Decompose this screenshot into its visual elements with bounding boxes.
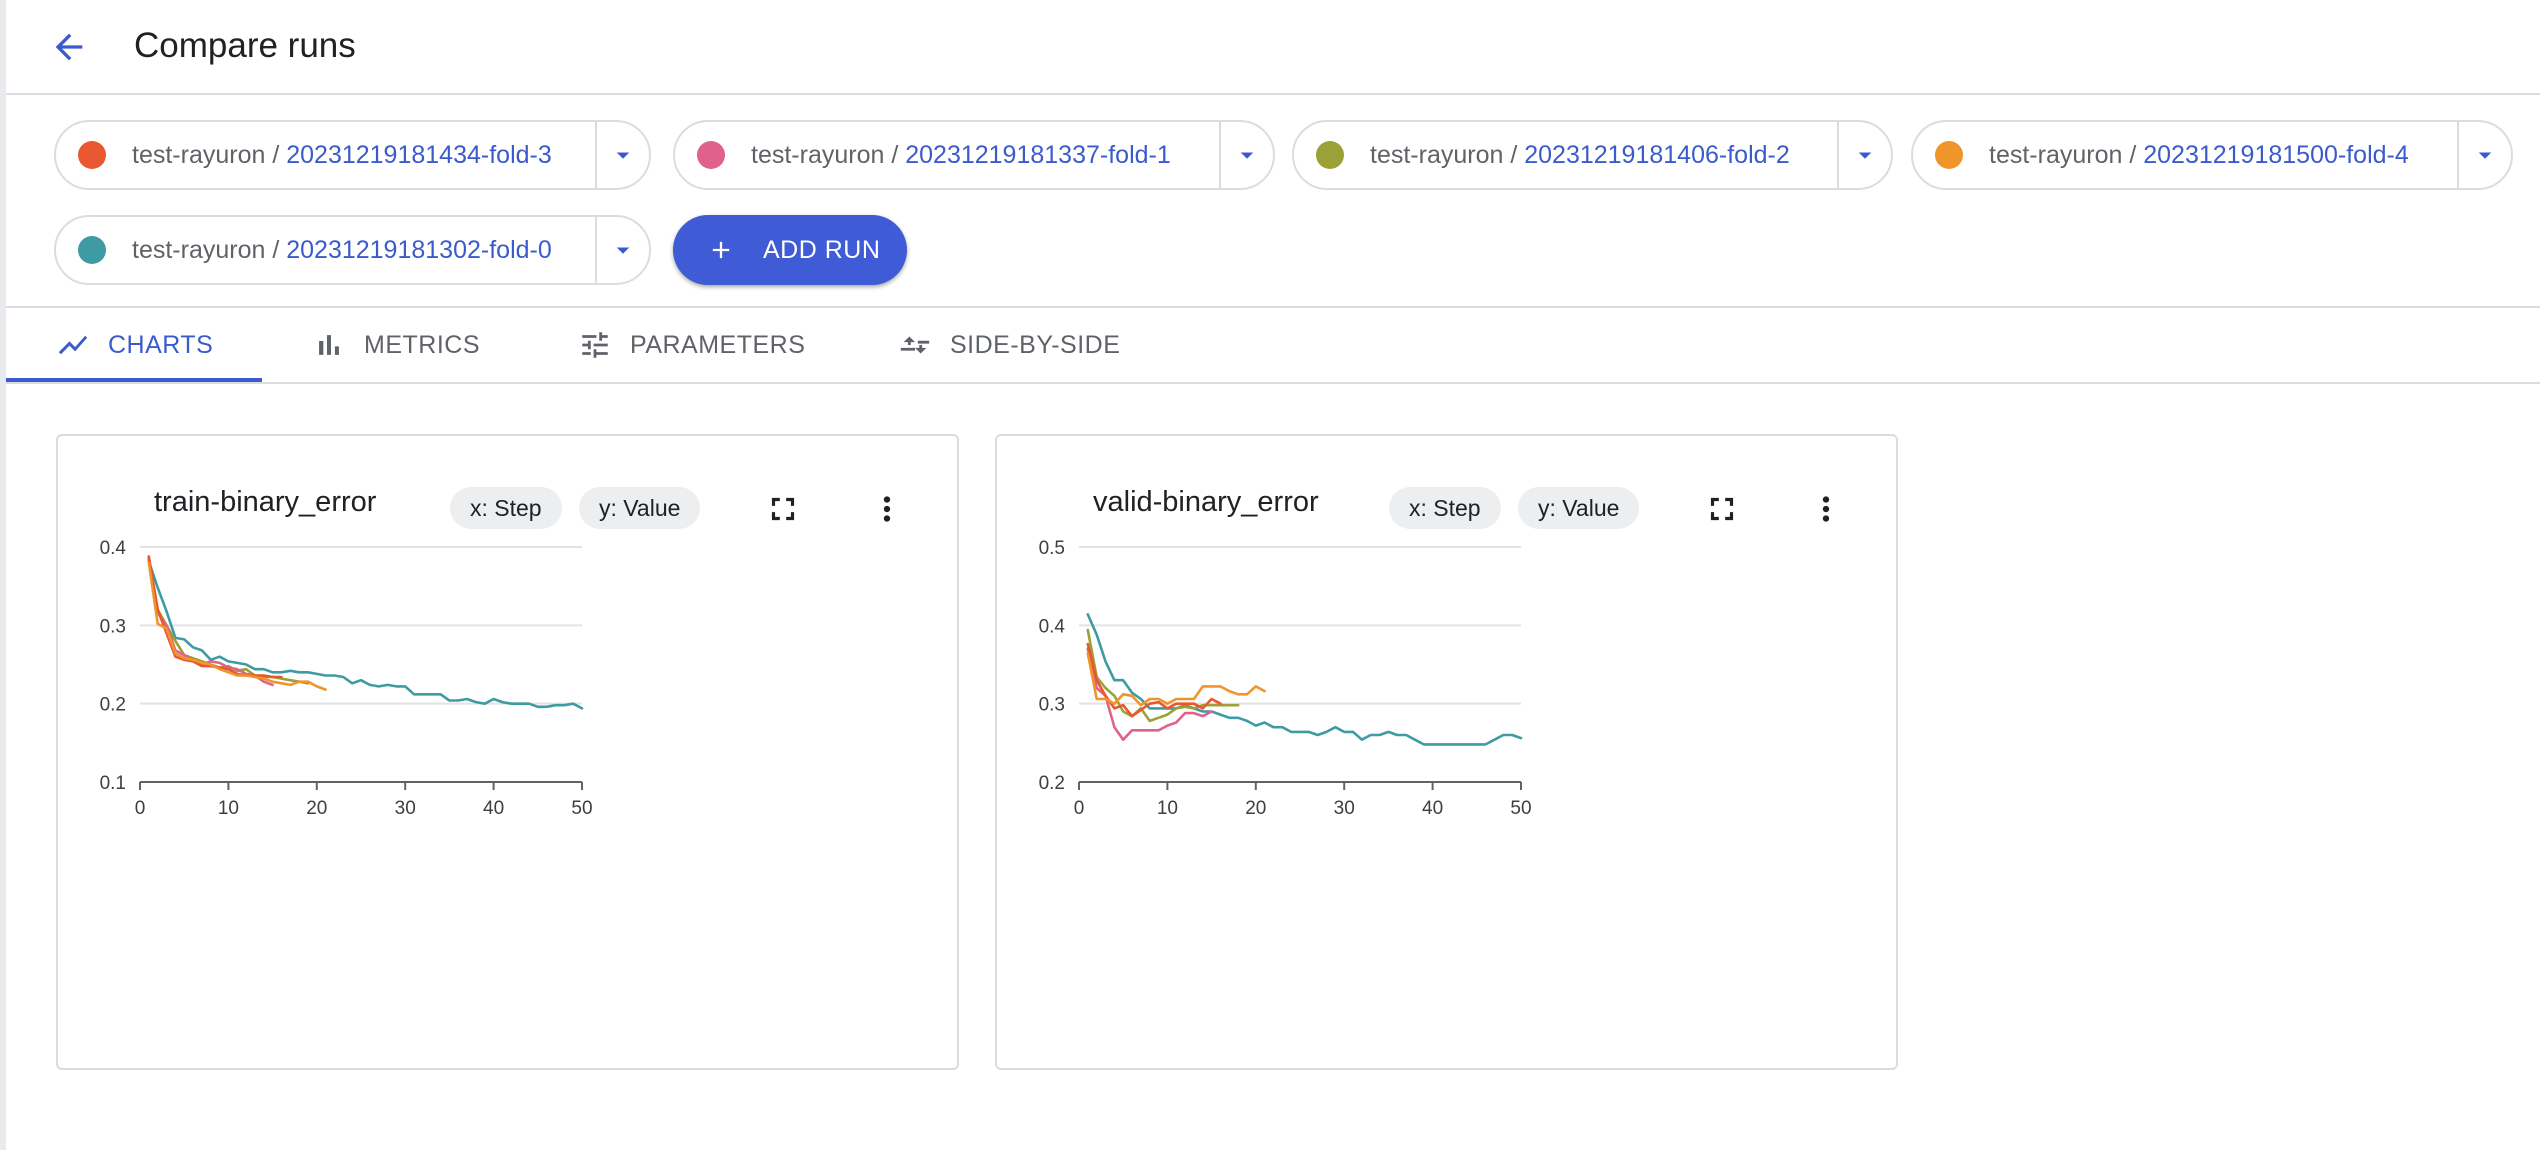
x-tick-label: 40 <box>1422 798 1443 819</box>
run-color-dot <box>1316 141 1344 169</box>
run-chip-label[interactable]: test-rayuron / 20231219181406-fold-2 <box>1370 141 1837 170</box>
run-dropdown-button[interactable] <box>2457 122 2511 188</box>
run-color-dot <box>1935 141 1963 169</box>
run-color-dot <box>78 141 106 169</box>
run-color-dot <box>78 236 106 264</box>
run-chip-label[interactable]: test-rayuron / 20231219181434-fold-3 <box>132 141 595 170</box>
line-chart-icon <box>58 335 88 355</box>
back-button[interactable] <box>44 22 94 72</box>
run-chip-label[interactable]: test-rayuron / 20231219181302-fold-0 <box>132 236 595 265</box>
tab-label: SIDE-BY-SIDE <box>950 330 1121 359</box>
x-tick-label: 20 <box>1245 798 1266 819</box>
train-binary-error-chart: 0.1 0.2 0.3 0.4 0 10 20 30 40 50 <box>100 538 593 819</box>
x-tick-label: 10 <box>1157 798 1178 819</box>
experiment-name: test-rayuron <box>1370 140 1504 169</box>
add-run-label: ADD RUN <box>763 235 881 264</box>
path-separator: / <box>265 140 287 169</box>
experiment-name: test-rayuron <box>1989 140 2123 169</box>
page-header: Compare runs <box>6 0 2540 95</box>
series-line <box>147 558 310 685</box>
tab-label: PARAMETERS <box>630 330 806 359</box>
plus-icon <box>712 241 730 259</box>
run-dropdown-button[interactable] <box>595 122 649 188</box>
add-run-button[interactable]: ADD RUN <box>673 215 907 285</box>
series-line <box>1086 613 1523 746</box>
arrow-drop-down-icon <box>1240 152 1254 159</box>
y-tick-label: 0.4 <box>1039 616 1066 637</box>
run-chip[interactable]: test-rayuron / 20231219181337-fold-1 <box>673 120 1275 190</box>
run-name-link[interactable]: 20231219181434-fold-3 <box>286 141 552 169</box>
y-tick-label: 0.3 <box>100 616 126 637</box>
arrow-drop-down-icon <box>616 152 630 159</box>
run-name-link[interactable]: 20231219181500-fold-4 <box>2143 141 2409 169</box>
run-dropdown-button[interactable] <box>595 217 649 283</box>
tab-bar: CHARTS METRICS PARAMETERS SIDE-BY-SIDE <box>6 308 2540 384</box>
arrow-drop-down-icon <box>2478 152 2492 159</box>
x-tick-label: 0 <box>135 798 146 819</box>
run-dropdown-button[interactable] <box>1219 122 1273 188</box>
y-tick-label: 0.1 <box>100 773 126 794</box>
series-line <box>147 559 584 710</box>
run-color-dot <box>697 141 725 169</box>
path-separator: / <box>265 235 287 264</box>
run-chip[interactable]: test-rayuron / 20231219181434-fold-3 <box>54 120 651 190</box>
arrow-back-icon <box>55 33 83 61</box>
path-separator: / <box>2122 140 2144 169</box>
run-selector-area: test-rayuron / 20231219181434-fold-3 test… <box>6 95 2540 308</box>
x-tick-label: 10 <box>218 798 239 819</box>
x-tick-label: 0 <box>1074 798 1085 819</box>
experiment-name: test-rayuron <box>132 140 266 169</box>
run-name-link[interactable]: 20231219181302-fold-0 <box>286 236 552 264</box>
run-chip[interactable]: test-rayuron / 20231219181302-fold-0 <box>54 215 651 285</box>
chart-card-valid-binary-error: valid-binary_error x: Step y: Value 0.2 0… <box>995 434 1898 1070</box>
y-tick-label: 0.2 <box>100 695 126 716</box>
tune-icon <box>582 332 608 358</box>
run-chip-label[interactable]: test-rayuron / 20231219181337-fold-1 <box>751 141 1219 170</box>
run-dropdown-button[interactable] <box>1837 122 1891 188</box>
tab-label: CHARTS <box>108 330 214 359</box>
run-chip[interactable]: test-rayuron / 20231219181406-fold-2 <box>1292 120 1893 190</box>
run-name-link[interactable]: 20231219181406-fold-2 <box>1524 141 1790 169</box>
active-tab-indicator <box>6 378 262 382</box>
chart-card-train-binary-error: train-binary_error x: Step y: Value 0.1 0… <box>56 434 959 1070</box>
tab-parameters[interactable]: PARAMETERS <box>578 308 805 382</box>
page-title: Compare runs <box>134 26 356 65</box>
tab-side-by-side[interactable]: SIDE-BY-SIDE <box>898 308 1120 382</box>
tab-label: METRICS <box>364 330 480 359</box>
tab-metrics[interactable]: METRICS <box>312 308 480 382</box>
x-tick-label: 50 <box>1510 798 1531 819</box>
valid-binary-error-chart: 0.2 0.3 0.4 0.5 0 10 20 30 40 50 <box>1039 538 1532 819</box>
bar-chart-icon <box>319 335 339 355</box>
x-tick-label: 20 <box>306 798 327 819</box>
experiment-name: test-rayuron <box>132 235 266 264</box>
x-tick-label: 30 <box>395 798 416 819</box>
arrow-drop-down-icon <box>1858 152 1872 159</box>
y-tick-label: 0.4 <box>100 538 127 559</box>
compare-arrows-icon <box>900 336 930 354</box>
path-separator: / <box>1503 140 1525 169</box>
y-tick-label: 0.2 <box>1039 773 1065 794</box>
x-tick-label: 50 <box>571 798 592 819</box>
y-tick-label: 0.5 <box>1039 538 1065 559</box>
x-tick-label: 40 <box>483 798 504 819</box>
arrow-drop-down-icon <box>616 247 630 254</box>
run-chip-label[interactable]: test-rayuron / 20231219181500-fold-4 <box>1989 141 2457 170</box>
tab-charts[interactable]: CHARTS <box>56 308 213 382</box>
y-tick-label: 0.3 <box>1039 695 1065 716</box>
path-separator: / <box>884 140 906 169</box>
x-tick-label: 30 <box>1334 798 1355 819</box>
run-chip[interactable]: test-rayuron / 20231219181500-fold-4 <box>1911 120 2513 190</box>
run-name-link[interactable]: 20231219181337-fold-1 <box>905 141 1171 169</box>
experiment-name: test-rayuron <box>751 140 885 169</box>
